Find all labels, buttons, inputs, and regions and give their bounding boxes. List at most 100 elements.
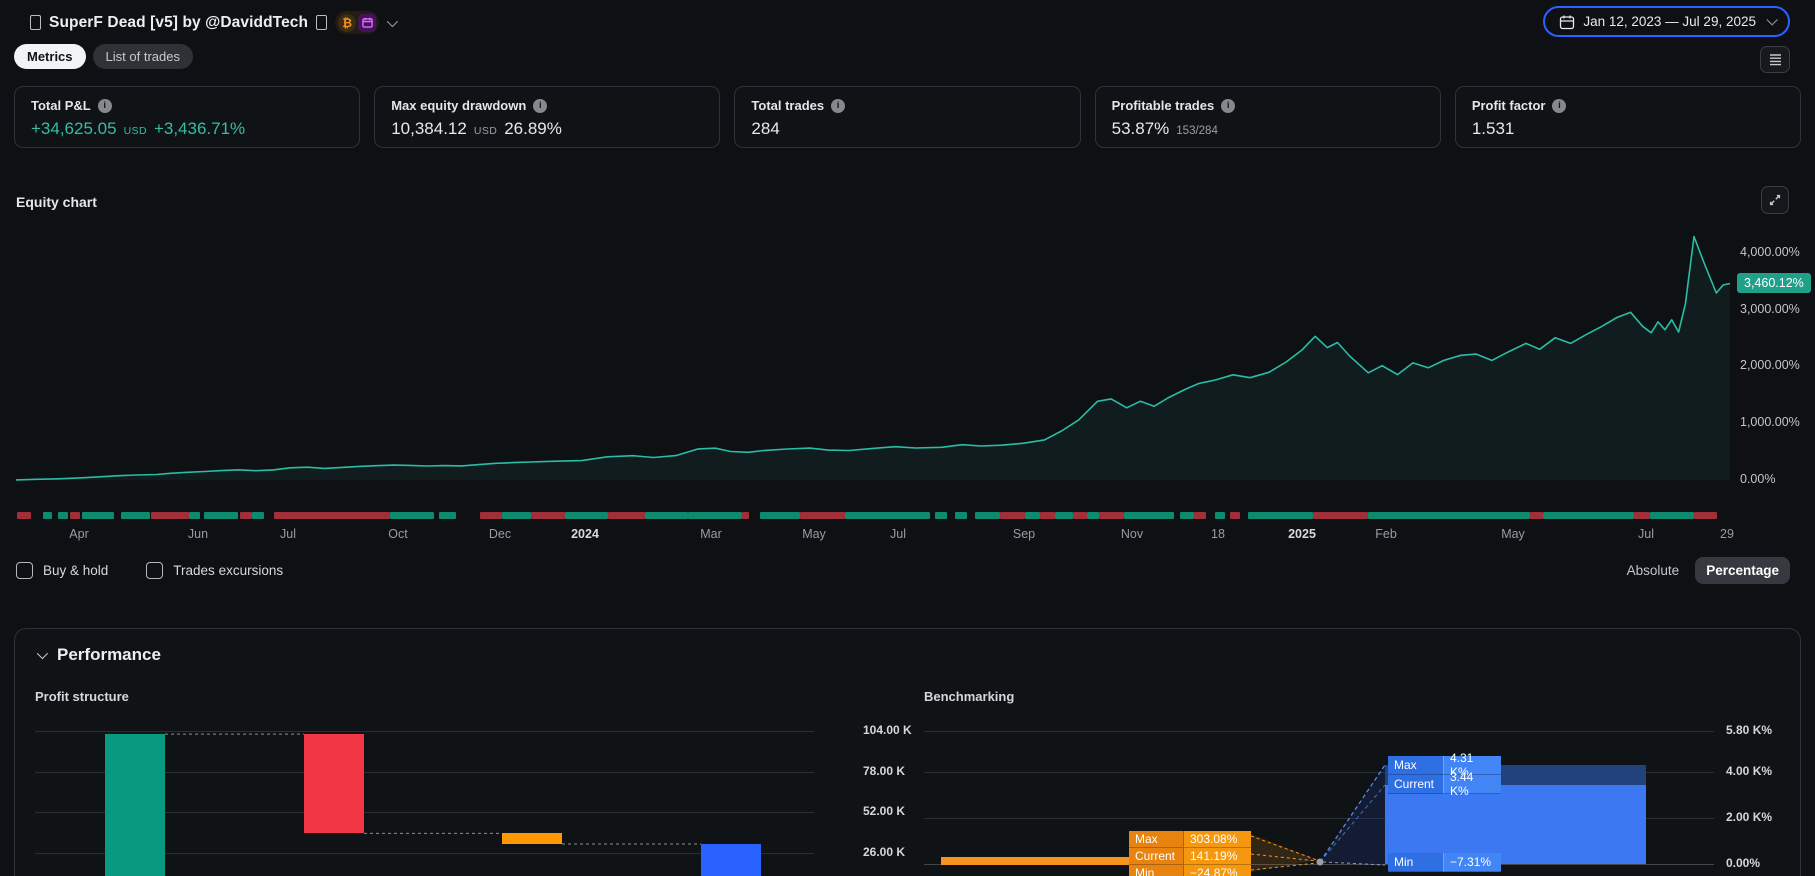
buy-and-hold-stats-tooltip: Max 303.08% Current 141.19% Min −24.87% [1129,831,1251,876]
metric-label: Total P&L [31,98,91,113]
strategy-title-group[interactable]: SuperF Dead [v5] by @DaviddTech ₿ [30,11,399,34]
stat-value: −24.87% [1184,865,1251,876]
trade-period-loss[interactable] [1530,512,1543,519]
trade-period-win[interactable] [760,512,800,519]
trade-period-win[interactable] [1368,512,1530,519]
trade-period-win[interactable] [1025,512,1040,519]
y-axis-tick-label: 4.00 K% [1726,764,1773,778]
metric-card: Total trades i 284 [734,86,1081,148]
trades-excursions-checkbox[interactable]: Trades excursions [146,561,283,579]
trade-period-win[interactable] [935,512,947,519]
trade-period-loss[interactable] [17,512,31,519]
x-axis-tick-label: 29 [1720,527,1734,541]
performance-section: Performance Profit structure Benchmarkin… [14,628,1801,876]
percentage-toggle[interactable]: Percentage [1695,556,1790,584]
equity-line-chart [15,235,1731,481]
strategy-min-tooltip: Min −7.31% [1388,853,1501,872]
buy-and-hold-range-bar[interactable] [941,857,1129,865]
bitcoin-icon: ₿ [338,13,357,32]
x-axis-tick-label: 2024 [571,527,599,541]
info-icon[interactable]: i [1221,98,1236,113]
profit-structure-title: Profit structure [35,689,129,704]
waterfall-bar[interactable] [701,844,761,876]
top-bar: SuperF Dead [v5] by @DaviddTech ₿ Jan 12… [0,0,1815,42]
trade-period-win[interactable] [1087,512,1099,519]
trade-period-win[interactable] [565,512,608,519]
trade-period-win[interactable] [439,512,456,519]
trade-period-win[interactable] [1650,512,1694,519]
profit-structure-plot[interactable] [35,716,830,876]
trade-period-win[interactable] [502,512,531,519]
benchmarking-plot[interactable] [924,716,1716,876]
y-axis-tick-label: 4,000.00% [1740,244,1800,259]
trade-period-loss[interactable] [274,512,390,519]
metric-cards-row: Total P&L i +34,625.05 USD +3,436.71% Max equ… [14,86,1802,148]
trade-period-loss[interactable] [151,512,189,519]
trade-period-loss[interactable] [1313,512,1368,519]
metric-value: 284 [751,119,780,138]
trade-period-win[interactable] [1055,512,1073,519]
equity-chart-plot[interactable] [15,225,1731,481]
trade-period-win[interactable] [975,512,1000,519]
trade-period-win[interactable] [1248,512,1313,519]
trade-period-win[interactable] [189,512,200,519]
trade-period-loss[interactable] [1230,512,1240,519]
trade-period-win[interactable] [1215,512,1225,519]
performance-collapse-header[interactable]: Performance [36,645,161,665]
trade-period-win[interactable] [688,512,742,519]
trade-period-loss[interactable] [742,512,749,519]
trade-period-win[interactable] [43,512,52,519]
current-equity-badge: 3,460.12% [1737,273,1811,294]
waterfall-bar[interactable] [105,734,165,876]
chevron-down-icon [36,647,49,660]
info-icon[interactable]: i [97,98,112,113]
chevron-down-icon[interactable] [386,15,399,27]
trade-period-loss[interactable] [1634,512,1650,519]
info-icon[interactable]: i [831,98,846,113]
trade-period-win[interactable] [845,512,930,519]
tab-metrics[interactable]: Metrics [14,44,86,69]
stat-label: Current [1129,848,1184,865]
trade-period-win[interactable] [58,512,68,519]
trade-period-win[interactable] [252,512,264,519]
trade-period-win[interactable] [645,512,688,519]
report-layout-button[interactable] [1760,46,1790,73]
x-axis-tick-label: Jul [280,527,296,541]
trade-period-loss[interactable] [1694,512,1717,519]
trade-period-loss[interactable] [1040,512,1055,519]
y-axis-tick-label: 26.00 K [863,845,906,860]
strategy-backtest-dashboard: SuperF Dead [v5] by @DaviddTech ₿ Jan 12… [0,0,1815,876]
trade-period-win[interactable] [390,512,434,519]
date-range-button[interactable]: Jan 12, 2023 — Jul 29, 2025 [1543,6,1790,37]
trade-period-win[interactable] [955,512,967,519]
trade-period-loss[interactable] [240,512,252,519]
buy-and-hold-checkbox[interactable]: Buy & hold [16,561,108,579]
trade-period-loss[interactable] [1194,512,1206,519]
trade-period-loss[interactable] [1073,512,1087,519]
trade-period-win[interactable] [1124,512,1174,519]
trade-period-win[interactable] [1180,512,1194,519]
trade-period-win[interactable] [121,512,150,519]
trade-period-loss[interactable] [608,512,645,519]
tab-list-of-trades[interactable]: List of trades [92,44,193,69]
trade-period-win[interactable] [204,512,238,519]
trade-period-loss[interactable] [1000,512,1025,519]
trade-period-win[interactable] [82,512,114,519]
calendar-icon [1560,15,1575,29]
y-axis-tick-label: 2.00 K% [1726,810,1773,824]
trade-period-win[interactable] [1543,512,1634,519]
waterfall-bar[interactable] [502,833,562,844]
trade-period-loss[interactable] [480,512,502,519]
trade-period-loss[interactable] [800,512,845,519]
waterfall-bar[interactable] [304,734,364,834]
info-icon[interactable]: i [533,98,548,113]
trade-period-loss[interactable] [531,512,565,519]
x-axis-tick-label: 2025 [1288,527,1316,541]
expand-chart-button[interactable] [1761,186,1789,214]
stat-value: 303.08% [1184,831,1251,848]
absolute-toggle[interactable]: Absolute [1627,563,1680,578]
trade-period-loss[interactable] [70,512,80,519]
info-icon[interactable]: i [1552,98,1567,113]
y-axis-tick-label: 0.00% [1740,472,1776,486]
trade-period-loss[interactable] [1099,512,1124,519]
